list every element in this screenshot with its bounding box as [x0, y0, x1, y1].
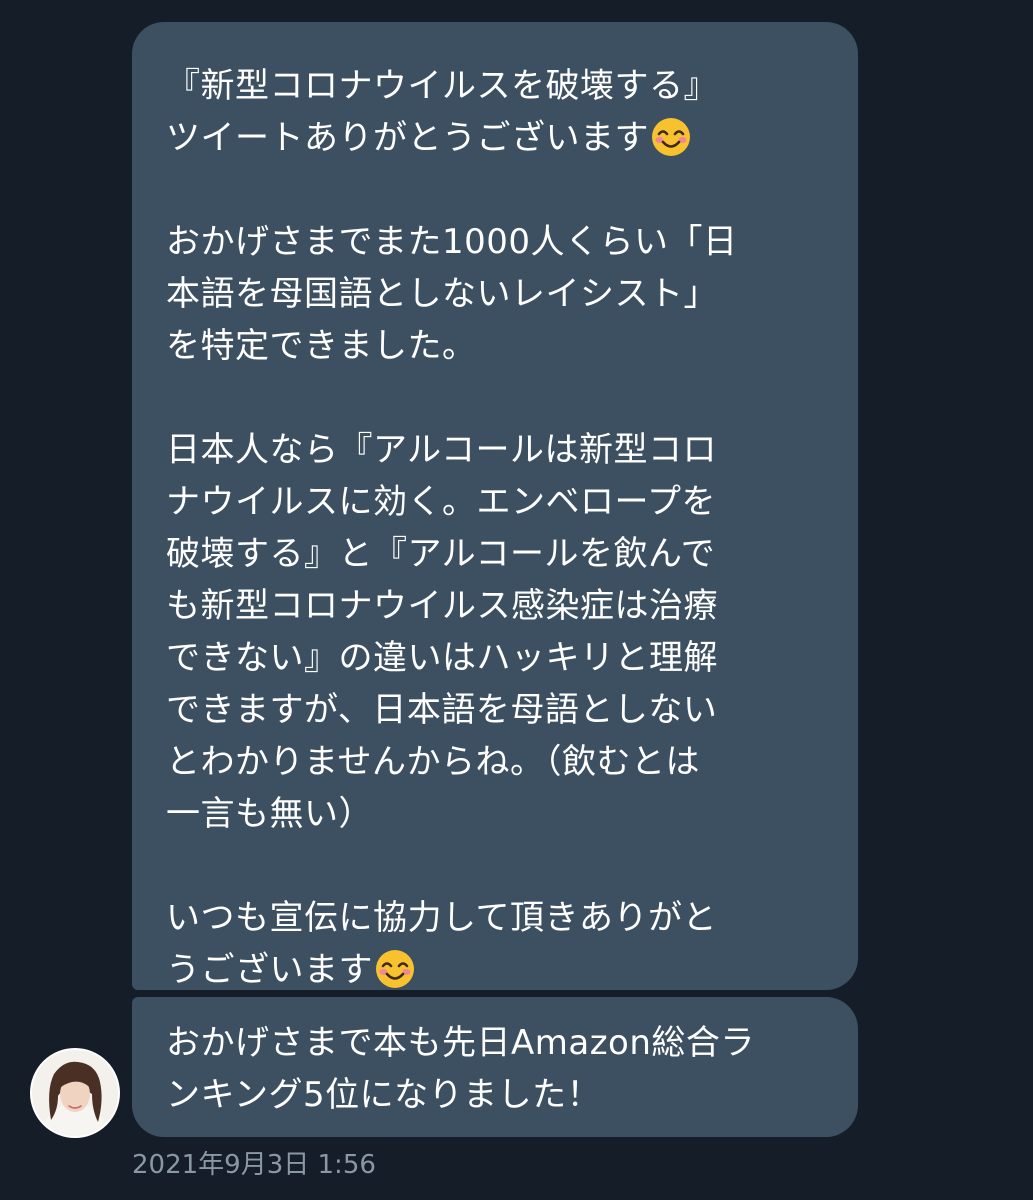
- avatar[interactable]: [30, 1048, 120, 1138]
- message-line: 『新型コロナウイルスを破壊する』: [166, 66, 718, 106]
- message-bubble[interactable]: 『新型コロナウイルスを破壊する』 ツイートありがとうございます おかげさまでまた…: [132, 22, 858, 990]
- smiling-face-emoji-icon: [652, 118, 690, 156]
- message-line: とわかりませんからね。（飲むとは: [166, 742, 700, 782]
- message-line: できない』の違いはハッキリと理解: [166, 638, 718, 678]
- message-line: 破壊する』と『アルコールを飲んで: [166, 534, 716, 574]
- smiling-face-emoji-icon: [376, 950, 414, 988]
- message-line: うございます: [166, 944, 858, 996]
- message-line: 一言も無い）: [166, 794, 373, 834]
- message-line: を特定できました。: [166, 326, 477, 366]
- message-line: できますが、日本語を母語としない: [166, 690, 718, 730]
- message-line: 日本人なら『アルコールは新型コロ: [166, 430, 717, 470]
- message-bubble[interactable]: おかげさまで本も先日Amazon総合ラ ンキング5位になりました！: [132, 997, 858, 1137]
- message-timestamp: 2021年9月3日 1:56: [132, 1150, 376, 1180]
- message-line: おかげさまで本も先日Amazon総合ラ: [166, 1023, 755, 1063]
- message-line: ンキング5位になりました！: [166, 1075, 602, 1115]
- message-line: おかげさまでまた1000人くらい「日: [166, 222, 738, 262]
- message-line: 本語を母国語としないレイシスト」: [166, 274, 718, 314]
- message-line: いつも宣伝に協力して頂きありがと: [166, 898, 717, 938]
- message-line-text: うございます: [166, 950, 373, 990]
- message-line-text: ツイートありがとうございます: [166, 118, 649, 158]
- message-line: ナウイルスに効く。エンベロープを: [166, 482, 716, 522]
- avatar-portrait-icon: [32, 1050, 118, 1136]
- message-line: ツイートありがとうございます: [166, 112, 858, 164]
- message-line: も新型コロナウイルス感染症は治療: [166, 586, 718, 626]
